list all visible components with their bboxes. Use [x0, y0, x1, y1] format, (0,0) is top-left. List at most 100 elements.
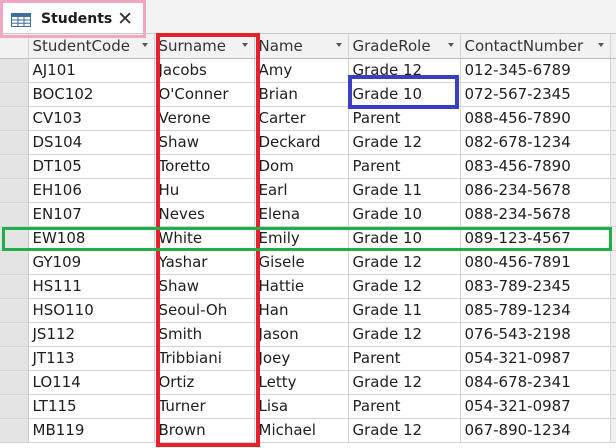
cell-studentcode[interactable]: EH106: [28, 178, 155, 203]
cell-name[interactable]: Hattie: [254, 274, 349, 299]
cell-studentcode[interactable]: CV103: [28, 106, 155, 131]
cell-graderole[interactable]: Parent: [348, 346, 461, 371]
record-selector[interactable]: [0, 106, 29, 131]
cell-contactnumber[interactable]: 082-678-1234: [460, 130, 611, 155]
cell-name[interactable]: Carter: [254, 106, 349, 131]
record-selector[interactable]: [0, 154, 29, 179]
cell-graderole[interactable]: Grade 12: [348, 250, 461, 275]
cell-name[interactable]: Jason: [254, 322, 349, 347]
dropdown-arrow-icon[interactable]: [597, 43, 604, 47]
record-selector[interactable]: [0, 226, 29, 251]
cell-surname[interactable]: Turner: [154, 394, 255, 419]
cell-surname[interactable]: Hu: [154, 178, 255, 203]
cell-next[interactable]: [610, 370, 616, 395]
cell-contactnumber[interactable]: 085-789-1234: [460, 298, 611, 323]
dropdown-arrow-icon[interactable]: [447, 43, 454, 47]
cell-graderole[interactable]: Grade 10: [348, 202, 461, 227]
cell-contactnumber[interactable]: 083-789-2345: [460, 274, 611, 299]
cell-studentcode[interactable]: DS104: [28, 130, 155, 155]
cell-next[interactable]: [610, 130, 616, 155]
record-selector[interactable]: [0, 394, 29, 419]
cell-contactnumber[interactable]: 084-678-2341: [460, 370, 611, 395]
record-selector[interactable]: [0, 202, 29, 227]
cell-contactnumber[interactable]: 012-345-6789: [460, 58, 611, 83]
record-selector[interactable]: [0, 418, 29, 443]
cell-graderole[interactable]: Grade 12: [348, 322, 461, 347]
cell-graderole[interactable]: Grade 12: [348, 370, 461, 395]
column-header-graderole[interactable]: GradeRole: [348, 34, 461, 59]
cell-contactnumber[interactable]: 067-890-1234: [460, 418, 611, 443]
cell-studentcode[interactable]: EW108: [28, 226, 155, 251]
cell-surname[interactable]: Ortiz: [154, 370, 255, 395]
cell-surname[interactable]: Verone: [154, 106, 255, 131]
cell-name[interactable]: Han: [254, 298, 349, 323]
record-selector[interactable]: [0, 346, 29, 371]
cell-surname[interactable]: Jacobs: [154, 58, 255, 83]
cell-graderole[interactable]: Grade 11: [348, 178, 461, 203]
cell-graderole[interactable]: Grade 10: [348, 82, 461, 107]
dropdown-arrow-icon[interactable]: [241, 43, 248, 47]
cell-name[interactable]: Lisa: [254, 394, 349, 419]
column-header-studentcode[interactable]: StudentCode: [28, 34, 155, 59]
cell-studentcode[interactable]: HSO110: [28, 298, 155, 323]
cell-name[interactable]: Deckard: [254, 130, 349, 155]
cell-next[interactable]: [610, 202, 616, 227]
record-selector[interactable]: [0, 82, 29, 107]
cell-studentcode[interactable]: JS112: [28, 322, 155, 347]
record-selector[interactable]: [0, 130, 29, 155]
cell-next[interactable]: [610, 178, 616, 203]
cell-studentcode[interactable]: JT113: [28, 346, 155, 371]
cell-name[interactable]: Joey: [254, 346, 349, 371]
column-header-contactnumber[interactable]: ContactNumber: [460, 34, 611, 59]
cell-graderole[interactable]: Grade 12: [348, 58, 461, 83]
cell-graderole[interactable]: Grade 12: [348, 130, 461, 155]
cell-next[interactable]: [610, 274, 616, 299]
cell-graderole[interactable]: Parent: [348, 154, 461, 179]
cell-graderole[interactable]: Grade 10: [348, 226, 461, 251]
cell-studentcode[interactable]: BOC102: [28, 82, 155, 107]
cell-next[interactable]: [610, 346, 616, 371]
cell-contactnumber[interactable]: 076-543-2198: [460, 322, 611, 347]
cell-name[interactable]: Emily: [254, 226, 349, 251]
cell-name[interactable]: Brian: [254, 82, 349, 107]
cell-name[interactable]: Elena: [254, 202, 349, 227]
cell-contactnumber[interactable]: 054-321-0987: [460, 346, 611, 371]
cell-studentcode[interactable]: MB119: [28, 418, 155, 443]
cell-surname[interactable]: Shaw: [154, 274, 255, 299]
cell-contactnumber[interactable]: 088-234-5678: [460, 202, 611, 227]
cell-studentcode[interactable]: EN107: [28, 202, 155, 227]
cell-studentcode[interactable]: GY109: [28, 250, 155, 275]
cell-studentcode[interactable]: AJ101: [28, 58, 155, 83]
cell-next[interactable]: [610, 58, 616, 83]
cell-contactnumber[interactable]: 089-123-4567: [460, 226, 611, 251]
cell-surname[interactable]: Toretto: [154, 154, 255, 179]
cell-studentcode[interactable]: DT105: [28, 154, 155, 179]
column-header-surname[interactable]: Surname: [154, 34, 255, 59]
column-header-next[interactable]: [610, 34, 616, 59]
cell-next[interactable]: [610, 82, 616, 107]
cell-surname[interactable]: Tribbiani: [154, 346, 255, 371]
cell-surname[interactable]: White: [154, 226, 255, 251]
cell-next[interactable]: [610, 322, 616, 347]
cell-name[interactable]: Michael: [254, 418, 349, 443]
record-selector[interactable]: [0, 274, 29, 299]
cell-name[interactable]: Dom: [254, 154, 349, 179]
cell-next[interactable]: [610, 106, 616, 131]
cell-studentcode[interactable]: HS111: [28, 274, 155, 299]
cell-contactnumber[interactable]: 080-456-7891: [460, 250, 611, 275]
cell-name[interactable]: Amy: [254, 58, 349, 83]
cell-next[interactable]: [610, 250, 616, 275]
cell-graderole[interactable]: Parent: [348, 106, 461, 131]
cell-studentcode[interactable]: LT115: [28, 394, 155, 419]
cell-graderole[interactable]: Grade 12: [348, 418, 461, 443]
cell-surname[interactable]: Shaw: [154, 130, 255, 155]
record-selector[interactable]: [0, 250, 29, 275]
record-selector[interactable]: [0, 58, 29, 83]
cell-name[interactable]: Earl: [254, 178, 349, 203]
cell-contactnumber[interactable]: 086-234-5678: [460, 178, 611, 203]
record-selector[interactable]: [0, 178, 29, 203]
dropdown-arrow-icon[interactable]: [141, 43, 148, 47]
cell-studentcode[interactable]: LO114: [28, 370, 155, 395]
dropdown-arrow-icon[interactable]: [335, 43, 342, 47]
record-selector[interactable]: [0, 298, 29, 323]
